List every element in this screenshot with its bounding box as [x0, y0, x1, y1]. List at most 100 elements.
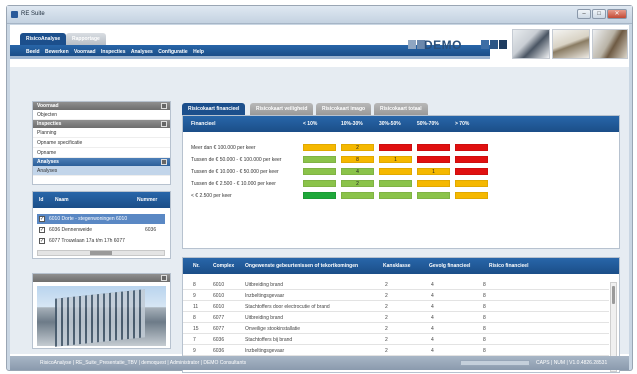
matrix-cell[interactable]: [417, 144, 450, 151]
menu-voorraad[interactable]: Voorraad: [74, 45, 96, 59]
col-naam[interactable]: Naam: [55, 192, 69, 208]
matrix-cell[interactable]: [417, 192, 450, 199]
table-cell: 8: [483, 326, 486, 332]
matrix-cell[interactable]: 1: [379, 156, 412, 163]
checkbox[interactable]: ✓: [39, 227, 45, 233]
sidebar-nav: Voorraad Objecten Inspecties Planning Op…: [32, 101, 171, 185]
nav-item-planning[interactable]: Planning: [33, 128, 170, 138]
nav-section-voorraad[interactable]: Voorraad: [33, 102, 170, 110]
tab-risicokaart-financieel[interactable]: Risicokaart financieel: [182, 103, 246, 115]
list-item-nummer: 6036: [145, 227, 157, 233]
col-risico-financieel[interactable]: Risico financieel: [489, 258, 528, 274]
horizontal-scrollbar[interactable]: [37, 250, 165, 256]
table-row[interactable]: 7 6036 Stachtoffers bij brand 2 4 8: [183, 335, 609, 345]
col-gebeurtenissen[interactable]: Ongewenste gebeurtenissen of tekortkomin…: [245, 258, 358, 274]
matrix-cell[interactable]: [455, 192, 488, 199]
menu-help[interactable]: Help: [193, 45, 204, 59]
matrix-cell[interactable]: 1: [417, 168, 450, 175]
table-row[interactable]: 9 6010 Inzbeltingsgevaar 2 4 8: [183, 291, 609, 301]
scrollbar-thumb[interactable]: [90, 251, 112, 255]
section-title: Analyses: [37, 159, 59, 165]
matrix-cell[interactable]: [417, 156, 450, 163]
col-kansklasse[interactable]: Kansklasse: [383, 258, 411, 274]
collapse-icon[interactable]: [161, 121, 167, 127]
menu-bewerken[interactable]: Bewerken: [45, 45, 69, 59]
table-cell: Onveilige stookinstallatie: [245, 326, 301, 332]
collapse-icon[interactable]: [161, 159, 167, 165]
close-button[interactable]: ✕: [607, 9, 627, 19]
menu-configuratie[interactable]: Configuratie: [158, 45, 187, 59]
menu-inspecties[interactable]: Inspecties: [101, 45, 125, 59]
matrix-cell[interactable]: [303, 192, 336, 199]
tab-risicokaart-imago[interactable]: Risicokaart imago: [316, 103, 372, 115]
matrix-row-label: Tussen de € 10.000 - € 50.000 per keer: [191, 169, 279, 175]
table-cell: 6036: [213, 348, 225, 354]
matrix-cell[interactable]: [417, 180, 450, 187]
matrix-cell[interactable]: [455, 156, 488, 163]
nav-section-inspecties[interactable]: Inspecties: [33, 120, 170, 128]
table-cell: 6010: [213, 282, 225, 288]
matrix-cell[interactable]: 2: [341, 180, 374, 187]
window-title: RE Suite: [21, 11, 45, 17]
complex-list-header: Id Naam Nummer: [33, 192, 170, 208]
checkbox[interactable]: ✓: [39, 216, 45, 222]
table-cell: 6077: [213, 315, 225, 321]
tab-rapportage[interactable]: Rapportage: [66, 33, 106, 45]
matrix-cell[interactable]: [303, 168, 336, 175]
table-cell: 15: [193, 326, 199, 332]
table-row[interactable]: 15 6077 Onveilige stookinstallatie 2 4 8: [183, 324, 609, 334]
matrix-cell[interactable]: [379, 144, 412, 151]
list-item-naam[interactable]: 6010 Dorte - stegenwoningen 6010: [49, 216, 127, 222]
maximize-button[interactable]: □: [592, 9, 606, 19]
tab-risicokaart-veiligheid[interactable]: Risicokaart veiligheid: [250, 103, 314, 115]
matrix-col-4: 50%-70%: [417, 121, 439, 127]
menu-analyses[interactable]: Analyses: [131, 45, 153, 59]
matrix-col-3: 30%-50%: [379, 121, 401, 127]
table-cell: 2: [385, 293, 388, 299]
collapse-icon[interactable]: [161, 103, 167, 109]
nav-item-opname-specificatie[interactable]: Opname specificatie: [33, 138, 170, 148]
status-left: RisicoAnalyse | RE_Suite_Presentatie_TBV…: [40, 360, 247, 366]
minimize-button[interactable]: –: [577, 9, 591, 19]
tab-risicokaart-totaal[interactable]: Risicokaart totaal: [374, 103, 428, 115]
nav-item-analyses[interactable]: Analyses: [33, 166, 170, 176]
matrix-cell[interactable]: [455, 144, 488, 151]
col-gevolg-financieel[interactable]: Gevolg financieel: [429, 258, 470, 274]
list-item-naam[interactable]: 6036 Dennenweide: [49, 227, 92, 233]
list-item-naam[interactable]: 6077 Trouwlaan 17a t/m 17h 6077: [49, 238, 125, 244]
table-cell: 2: [385, 304, 388, 310]
col-nummer[interactable]: Nummer: [137, 192, 157, 208]
col-complex[interactable]: Complex: [213, 258, 234, 274]
table-cell: Uitbreiding brand: [245, 282, 284, 288]
matrix-cell[interactable]: [303, 156, 336, 163]
status-bar: RisicoAnalyse | RE_Suite_Presentatie_TBV…: [10, 356, 629, 370]
matrix-cell[interactable]: 2: [341, 144, 374, 151]
matrix-cell[interactable]: [379, 180, 412, 187]
checkbox[interactable]: ✓: [39, 238, 45, 244]
table-row[interactable]: 9 6036 Inzbeltingsgevaar 2 4 8: [183, 346, 609, 356]
collapse-icon[interactable]: [161, 275, 167, 281]
matrix-cell[interactable]: 4: [341, 168, 374, 175]
nav-item-opname[interactable]: Opname: [33, 148, 170, 158]
table-row[interactable]: 8 6077 Uitbreiding brand 2 4 8: [183, 313, 609, 323]
nav-section-analyses[interactable]: Analyses: [33, 158, 170, 166]
matrix-cell[interactable]: [379, 192, 412, 199]
matrix-cell[interactable]: 8: [341, 156, 374, 163]
menu-beeld[interactable]: Beeld: [26, 45, 40, 59]
matrix-cell[interactable]: [303, 180, 336, 187]
table-cell: 8: [193, 315, 196, 321]
table-cell: 2: [385, 348, 388, 354]
col-nr[interactable]: Nr.: [193, 258, 200, 274]
col-id[interactable]: Id: [39, 192, 43, 208]
table-cell: 4: [431, 326, 434, 332]
matrix-cell[interactable]: [455, 168, 488, 175]
table-row[interactable]: 11 6010 Stachtoffers door electrocutie of …: [183, 302, 609, 312]
table-row[interactable]: 8 6010 Uitbreiding brand 2 4 8: [183, 280, 609, 290]
scrollbar-thumb[interactable]: [612, 286, 615, 304]
tab-risicoanalyse[interactable]: RisicoAnalyse: [20, 33, 67, 45]
matrix-cell[interactable]: [303, 144, 336, 151]
matrix-cell[interactable]: [455, 180, 488, 187]
matrix-cell[interactable]: [341, 192, 374, 199]
matrix-cell[interactable]: [379, 168, 412, 175]
nav-item-objecten[interactable]: Objecten: [33, 110, 170, 120]
